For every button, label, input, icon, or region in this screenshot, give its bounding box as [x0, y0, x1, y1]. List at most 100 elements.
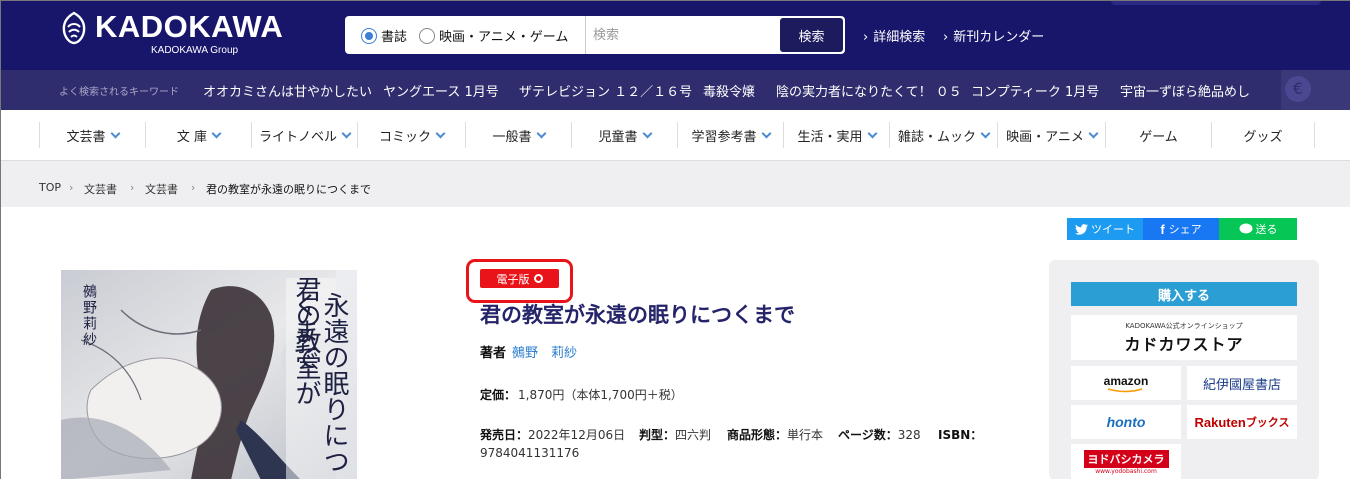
isbn-label: ISBN：	[938, 428, 983, 442]
category-label: 一般書	[492, 129, 532, 145]
radio-media-label: 映画・アニメ・ゲーム	[439, 30, 569, 45]
category-study[interactable]: 学習参考書	[677, 122, 783, 148]
store-rakuten-button[interactable]: Rakuten ブックス	[1187, 405, 1297, 439]
category-magazine[interactable]: 雑誌・ムック	[889, 122, 997, 148]
search-button[interactable]: 検索	[780, 18, 843, 52]
chevron-right-icon: ›	[943, 30, 949, 45]
keyword-link[interactable]: 陰の実力者になりたくて！ ０５	[776, 81, 962, 100]
category-comic[interactable]: コミック	[357, 122, 465, 148]
chevron-down-icon	[1088, 128, 1099, 138]
store-amazon-button[interactable]: amazon	[1071, 366, 1181, 400]
category-label: 文 庫	[176, 129, 208, 145]
form-label: 商品形態：	[727, 428, 788, 442]
category-label: 学習参考書	[691, 129, 757, 145]
category-general[interactable]: 一般書	[465, 122, 571, 148]
category-label: 映画・アニメ	[1006, 129, 1084, 145]
author-label: 著者	[480, 346, 507, 361]
category-bungei[interactable]: 文芸書	[39, 122, 145, 148]
ebook-badge-label: 電子版	[496, 272, 530, 286]
keyword-link[interactable]: ザテレビジョン １２／１６号	[519, 81, 692, 100]
store-kadokawa-button[interactable]: KADOKAWA公式オンラインショップ カドカワストア	[1071, 315, 1297, 360]
logo-subtitle: KADOKAWA Group	[151, 45, 239, 56]
radio-books-label: 書誌	[381, 30, 408, 45]
author-link[interactable]: 鵺野 莉紗	[512, 342, 577, 361]
search-input[interactable]	[593, 20, 775, 50]
chevron-right-icon: ›	[191, 181, 196, 194]
category-children[interactable]: 児童書	[571, 122, 677, 148]
cover-title-line2: 永遠の眠りにつくまで	[289, 292, 349, 474]
store-kinokuniya-button[interactable]: 紀伊國屋書店	[1187, 366, 1297, 400]
search-box: 書誌 映画・アニメ・ゲーム 検索	[345, 16, 845, 54]
format-info: 判型：四六判	[639, 426, 711, 443]
advanced-search-link[interactable]: › 詳細検索	[863, 26, 925, 45]
release-info: 発売日：2022年12月06日	[480, 426, 625, 443]
cover-author: 鵺野莉紗	[81, 284, 97, 348]
line-send-button[interactable]: 送る	[1219, 218, 1297, 240]
keyword-link[interactable]: 宇宙一ずぼら絶品めし	[1120, 81, 1250, 100]
logo-name: KADOKAWA	[95, 9, 284, 44]
radio-checked-icon	[361, 27, 377, 44]
chevron-down-icon	[341, 128, 352, 138]
calendar-label: 新刊カレンダー	[953, 30, 1045, 45]
kadokawa-logo[interactable]: KADOKAWA KADOKAWA Group	[59, 11, 283, 57]
format-label: 判型：	[639, 428, 676, 442]
chevron-right-icon: ›	[863, 30, 869, 45]
category-label: 文芸書	[66, 129, 106, 145]
category-game[interactable]: ゲーム	[1105, 122, 1211, 148]
honto-logo-text: honto	[1106, 414, 1146, 430]
radio-unchecked-icon	[419, 27, 435, 44]
keyword-link[interactable]: オオカミさんは甘やかしたい	[203, 81, 372, 100]
keyword-link[interactable]: コンプティーク 1月号	[971, 81, 1099, 100]
purchase-heading: 購入する	[1071, 282, 1297, 306]
keyword-link[interactable]: ヤングエース 1月号	[383, 81, 499, 100]
kinokuniya-logo-text: 紀伊國屋書店	[1202, 377, 1281, 393]
book-cover-image[interactable]: 君の教室が 永遠の眠りにつくまで 鵺野莉紗	[61, 270, 357, 479]
category-light-novel[interactable]: ライトノベル	[251, 122, 357, 148]
chevron-down-icon	[435, 128, 446, 138]
category-label: グッズ	[1243, 129, 1283, 145]
category-bunko[interactable]: 文 庫	[145, 122, 251, 148]
isbn-info: ISBN：	[938, 426, 982, 443]
tweet-label: ツイート	[1091, 223, 1135, 236]
chevron-right-icon: ›	[69, 181, 74, 194]
rakuten-books-text: ブックス	[1245, 416, 1290, 429]
keyword-bar-label: よく検索されるキーワード	[59, 87, 179, 98]
chevron-right-icon: ›	[130, 181, 135, 194]
yodobashi-url-text: www.yodobashi.com	[1095, 467, 1157, 475]
search-divider	[585, 16, 586, 54]
chevron-down-icon	[110, 128, 120, 138]
category-label: 雑誌・ムック	[897, 129, 976, 145]
category-movie-anime[interactable]: 映画・アニメ	[997, 122, 1105, 148]
price-value: 1,870円（本体1,700円＋税）	[518, 388, 683, 402]
yen-circle-icon: €	[1285, 76, 1311, 102]
breadcrumb-level1[interactable]: 文芸書	[84, 181, 117, 197]
store-honto-button[interactable]: honto	[1071, 405, 1181, 439]
kadokawa-store-caption: KADOKAWA公式オンラインショップ	[1125, 321, 1243, 330]
ebook-badge[interactable]: 電子版	[480, 269, 559, 288]
breadcrumb-current: 君の教室が永遠の眠りにつくまで	[206, 183, 371, 196]
release-label: 発売日：	[480, 428, 529, 442]
category-label: 児童書	[598, 129, 638, 145]
form-value: 単行本	[787, 428, 824, 442]
keyword-link[interactable]: 毒殺令嬢	[703, 81, 755, 100]
radio-media[interactable]: 映画・アニメ・ゲーム	[419, 26, 568, 45]
tweet-button[interactable]: ツイート	[1067, 218, 1143, 240]
amazon-logo-text: amazon	[1103, 373, 1149, 388]
product-title: 君の教室が永遠の眠りにつくまで	[480, 303, 795, 327]
facebook-icon: f	[1160, 221, 1165, 237]
circle-arrow-icon	[533, 274, 543, 283]
category-lifestyle[interactable]: 生活・実用	[783, 122, 889, 148]
facebook-share-button[interactable]: f シェア	[1143, 218, 1219, 240]
chevron-down-icon	[980, 128, 991, 138]
category-label: ゲーム	[1139, 129, 1178, 145]
store-yodobashi-button[interactable]: ヨドバシカメラ www.yodobashi.com	[1071, 444, 1181, 479]
category-goods[interactable]: グッズ	[1211, 122, 1315, 148]
category-label: 生活・実用	[797, 129, 863, 145]
breadcrumb-top[interactable]: TOP	[39, 181, 61, 194]
pages-info: ページ数：328	[838, 426, 921, 443]
breadcrumb: TOP › 文芸書 › 文芸書 › 君の教室が永遠の眠りにつくまで	[1, 161, 1350, 207]
breadcrumb-level2[interactable]: 文芸書	[145, 181, 178, 197]
radio-books[interactable]: 書誌	[361, 26, 407, 45]
calendar-link[interactable]: › 新刊カレンダー	[943, 26, 1044, 45]
chevron-down-icon	[642, 128, 652, 138]
